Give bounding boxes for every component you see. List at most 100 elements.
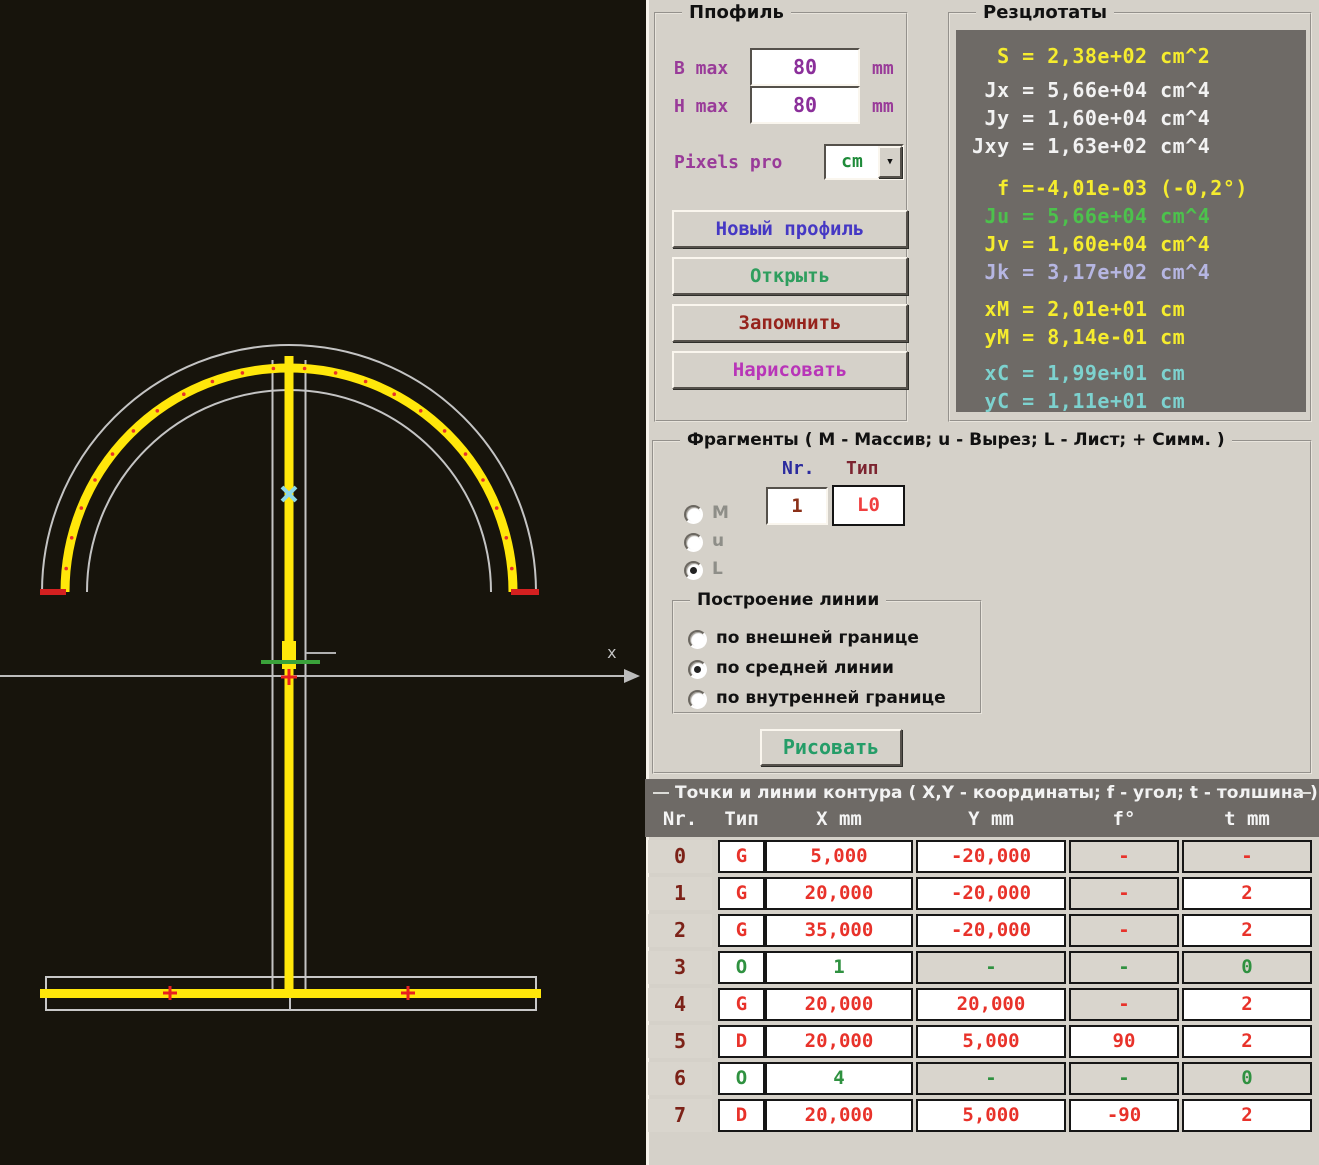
row-number: 0 — [648, 840, 712, 873]
table-cell[interactable]: - — [1182, 840, 1312, 873]
table-cell[interactable]: 20,000 — [765, 877, 913, 910]
line-option-0-radio[interactable] — [688, 630, 707, 649]
b-max-unit: mm — [872, 58, 894, 79]
fragment-type-label: Тип — [846, 458, 879, 479]
fragment-nr-value: 1 — [791, 495, 802, 517]
b-max-value: 80 — [793, 55, 817, 79]
stem-node-block — [282, 641, 296, 669]
drawing-canvas[interactable]: x — [0, 0, 646, 1165]
fragment-type-input[interactable]: L0 — [832, 485, 905, 526]
fragment-nr-input[interactable]: 1 — [766, 487, 828, 525]
table-cell[interactable]: 2 — [1182, 914, 1312, 947]
table-cell[interactable]: - — [1069, 914, 1179, 947]
table-cell[interactable]: - — [1069, 951, 1179, 984]
points-table: 0G5,000-20,000--1G20,000-20,000-22G35,00… — [645, 779, 1319, 1165]
table-cell[interactable]: 0 — [1182, 951, 1312, 984]
table-cell[interactable]: 20,000 — [916, 988, 1066, 1021]
line-option-0-label: по внешней границе — [716, 628, 919, 648]
table-cell[interactable]: -20,000 — [916, 877, 1066, 910]
row-number: 5 — [648, 1025, 712, 1058]
result-line: Jxy = 1,63e+02 cm^4 — [972, 134, 1210, 158]
table-cell[interactable]: 2 — [1182, 1099, 1312, 1132]
new-profile-button[interactable]: Новый профиль — [672, 210, 908, 248]
table-row: 3O1--0 — [645, 951, 1319, 984]
line-option-1-label: по средней линии — [716, 658, 894, 678]
table-cell[interactable]: 2 — [1182, 877, 1312, 910]
table-cell[interactable]: - — [1069, 1062, 1179, 1095]
table-cell[interactable]: 90 — [1069, 1025, 1179, 1058]
b-max-label: B max — [674, 58, 728, 79]
table-cell[interactable]: G — [718, 988, 765, 1021]
row-number: 7 — [648, 1099, 712, 1132]
table-row: 0G5,000-20,000-- — [645, 840, 1319, 873]
result-line: Jy = 1,60e+04 cm^4 — [972, 106, 1210, 130]
result-line: Jx = 5,66e+04 cm^4 — [972, 78, 1210, 102]
table-cell[interactable]: -90 — [1069, 1099, 1179, 1132]
table-row: 5D20,0005,000902 — [645, 1025, 1319, 1058]
open-button[interactable]: Открыть — [672, 257, 908, 295]
table-cell[interactable]: 4 — [765, 1062, 913, 1095]
fragment-type-m-radio[interactable] — [684, 505, 703, 524]
results-box: S = 2,38e+02 cm^2 Jx = 5,66e+04 cm^4 Jy … — [956, 30, 1306, 412]
h-max-value: 80 — [793, 93, 817, 117]
table-cell[interactable]: D — [718, 1025, 765, 1058]
pixels-pro-label: Pixels pro — [674, 152, 782, 173]
fragment-radio-group: MuL — [684, 505, 764, 595]
table-cell[interactable]: 20,000 — [765, 1099, 913, 1132]
table-cell[interactable]: O — [718, 951, 765, 984]
radio-dot-icon — [694, 666, 701, 673]
line-construction-options: по внешней границепо средней линиипо вну… — [688, 616, 978, 710]
line-option-2-radio[interactable] — [688, 690, 707, 709]
result-line: yM = 8,14e-01 cm — [972, 325, 1185, 349]
table-cell[interactable]: - — [1069, 988, 1179, 1021]
draw-button[interactable]: Рисовать — [760, 729, 902, 766]
table-row: 6O4--0 — [645, 1062, 1319, 1095]
table-cell[interactable]: 20,000 — [765, 988, 913, 1021]
table-cell[interactable]: -20,000 — [916, 840, 1066, 873]
table-row: 7D20,0005,000-902 — [645, 1099, 1319, 1132]
fragment-type-u-radio[interactable] — [684, 533, 703, 552]
table-row: 1G20,000-20,000-2 — [645, 877, 1319, 910]
row-number: 6 — [648, 1062, 712, 1095]
h-max-input[interactable]: 80 — [750, 86, 860, 124]
table-cell[interactable]: 5,000 — [765, 840, 913, 873]
x-axis-label: x — [607, 643, 617, 662]
table-cell[interactable]: - — [916, 1062, 1066, 1095]
table-cell[interactable]: -20,000 — [916, 914, 1066, 947]
h-max-unit: mm — [872, 96, 894, 117]
line-option-1-radio[interactable] — [688, 660, 707, 679]
table-cell[interactable]: D — [718, 1099, 765, 1132]
table-cell[interactable]: G — [718, 877, 765, 910]
table-cell[interactable]: G — [718, 840, 765, 873]
row-number: 1 — [648, 877, 712, 910]
fragment-type-m-label: M — [712, 503, 729, 523]
table-cell[interactable]: - — [1069, 840, 1179, 873]
fragment-type-value: L0 — [857, 494, 880, 516]
table-cell[interactable]: 1 — [765, 951, 913, 984]
table-cell[interactable]: 5,000 — [916, 1099, 1066, 1132]
table-cell[interactable]: 35,000 — [765, 914, 913, 947]
redraw-button[interactable]: Нарисовать — [672, 351, 908, 389]
fragment-type-l-label: L — [712, 559, 723, 579]
table-cell[interactable]: 5,000 — [916, 1025, 1066, 1058]
flange-midline — [40, 989, 541, 998]
b-max-input[interactable]: 80 — [750, 48, 860, 86]
save-button[interactable]: Запомнить — [672, 304, 908, 342]
result-line: yC = 1,11e+01 cm — [972, 389, 1185, 413]
pixels-pro-select[interactable]: cm ▼ — [824, 144, 904, 180]
table-cell[interactable]: O — [718, 1062, 765, 1095]
table-cell[interactable]: G — [718, 914, 765, 947]
table-cell[interactable]: 2 — [1182, 988, 1312, 1021]
fragment-type-l-radio[interactable] — [684, 561, 703, 580]
row-number: 4 — [648, 988, 712, 1021]
table-cell[interactable]: 20,000 — [765, 1025, 913, 1058]
result-line: xC = 1,99e+01 cm — [972, 361, 1185, 385]
table-cell[interactable]: 0 — [1182, 1062, 1312, 1095]
table-cell[interactable]: - — [1069, 877, 1179, 910]
line-construction-title: Построение линии — [690, 590, 886, 610]
table-cell[interactable]: 2 — [1182, 1025, 1312, 1058]
table-cell[interactable]: - — [916, 951, 1066, 984]
chevron-down-icon[interactable]: ▼ — [878, 146, 902, 178]
fragments-title: Фрагменты ( М - Массив; u - Вырез; L - Л… — [680, 430, 1232, 450]
radio-dot-icon — [690, 567, 697, 574]
